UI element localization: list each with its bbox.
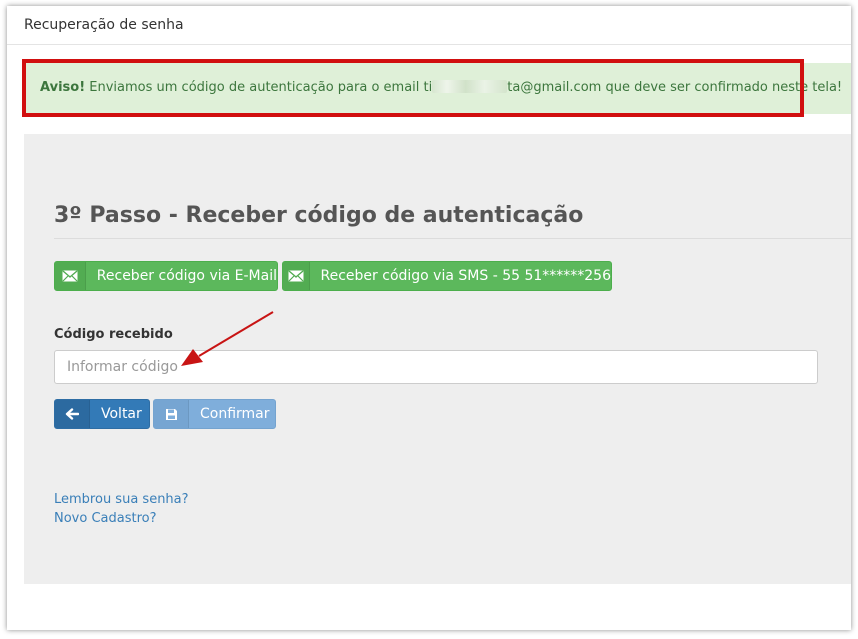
alert-strong: Aviso! xyxy=(40,80,86,95)
recovery-form-panel: 3º Passo - Receber código de autenticaçã… xyxy=(24,134,851,584)
panel-heading: Recuperação de senha xyxy=(7,6,851,45)
new-registration-link[interactable]: Novo Cadastro? xyxy=(54,511,157,526)
code-field-label: Código recebido xyxy=(54,327,173,342)
remember-password-link[interactable]: Lembrou sua senha? xyxy=(54,492,189,507)
title-divider xyxy=(54,238,851,239)
code-input[interactable] xyxy=(54,350,818,384)
envelope-icon xyxy=(55,262,86,290)
step-title: 3º Passo - Receber código de autenticaçã… xyxy=(54,203,584,228)
panel-title: Recuperação de senha xyxy=(24,17,184,33)
window-frame: Recuperação de senha Aviso! Enviamos um … xyxy=(7,6,851,630)
redacted-email xyxy=(432,80,508,93)
envelope-icon xyxy=(283,262,310,290)
receive-sms-button[interactable]: Receber código via SMS - 55 51******256 xyxy=(282,261,612,291)
back-label: Voltar xyxy=(101,406,142,422)
floppy-disk-icon xyxy=(154,400,189,428)
alert-message: Aviso! Enviamos um código de autenticaçã… xyxy=(40,80,842,95)
receive-email-label: Receber código via E-Mail xyxy=(96,268,277,284)
receive-sms-label: Receber código via SMS - 55 51******256 xyxy=(320,268,611,284)
warning-alert: Aviso! Enviamos um código de autenticaçã… xyxy=(23,63,851,114)
back-button[interactable]: Voltar xyxy=(54,399,150,429)
alert-text-before: Enviamos um código de autenticação para … xyxy=(85,80,433,95)
confirm-label: Confirmar xyxy=(200,406,270,422)
receive-email-button[interactable]: Receber código via E-Mail xyxy=(54,261,278,291)
confirm-button[interactable]: Confirmar xyxy=(153,399,276,429)
alert-text-after: ta@gmail.com que deve ser confirmado nes… xyxy=(507,80,843,95)
arrow-left-icon xyxy=(55,400,90,428)
